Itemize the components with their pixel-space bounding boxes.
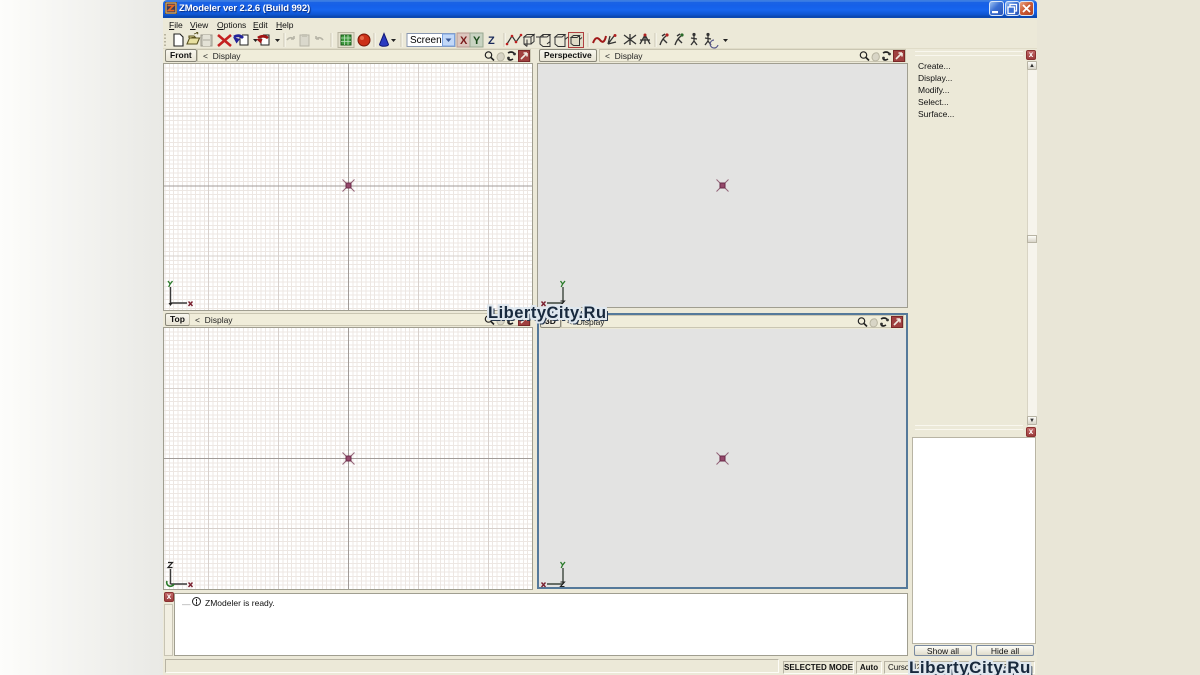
- svg-text:X: X: [460, 35, 468, 47]
- svg-text:Z: Z: [488, 35, 495, 47]
- svg-text:Screen: Screen: [410, 35, 442, 46]
- svg-text:Y: Y: [473, 35, 481, 47]
